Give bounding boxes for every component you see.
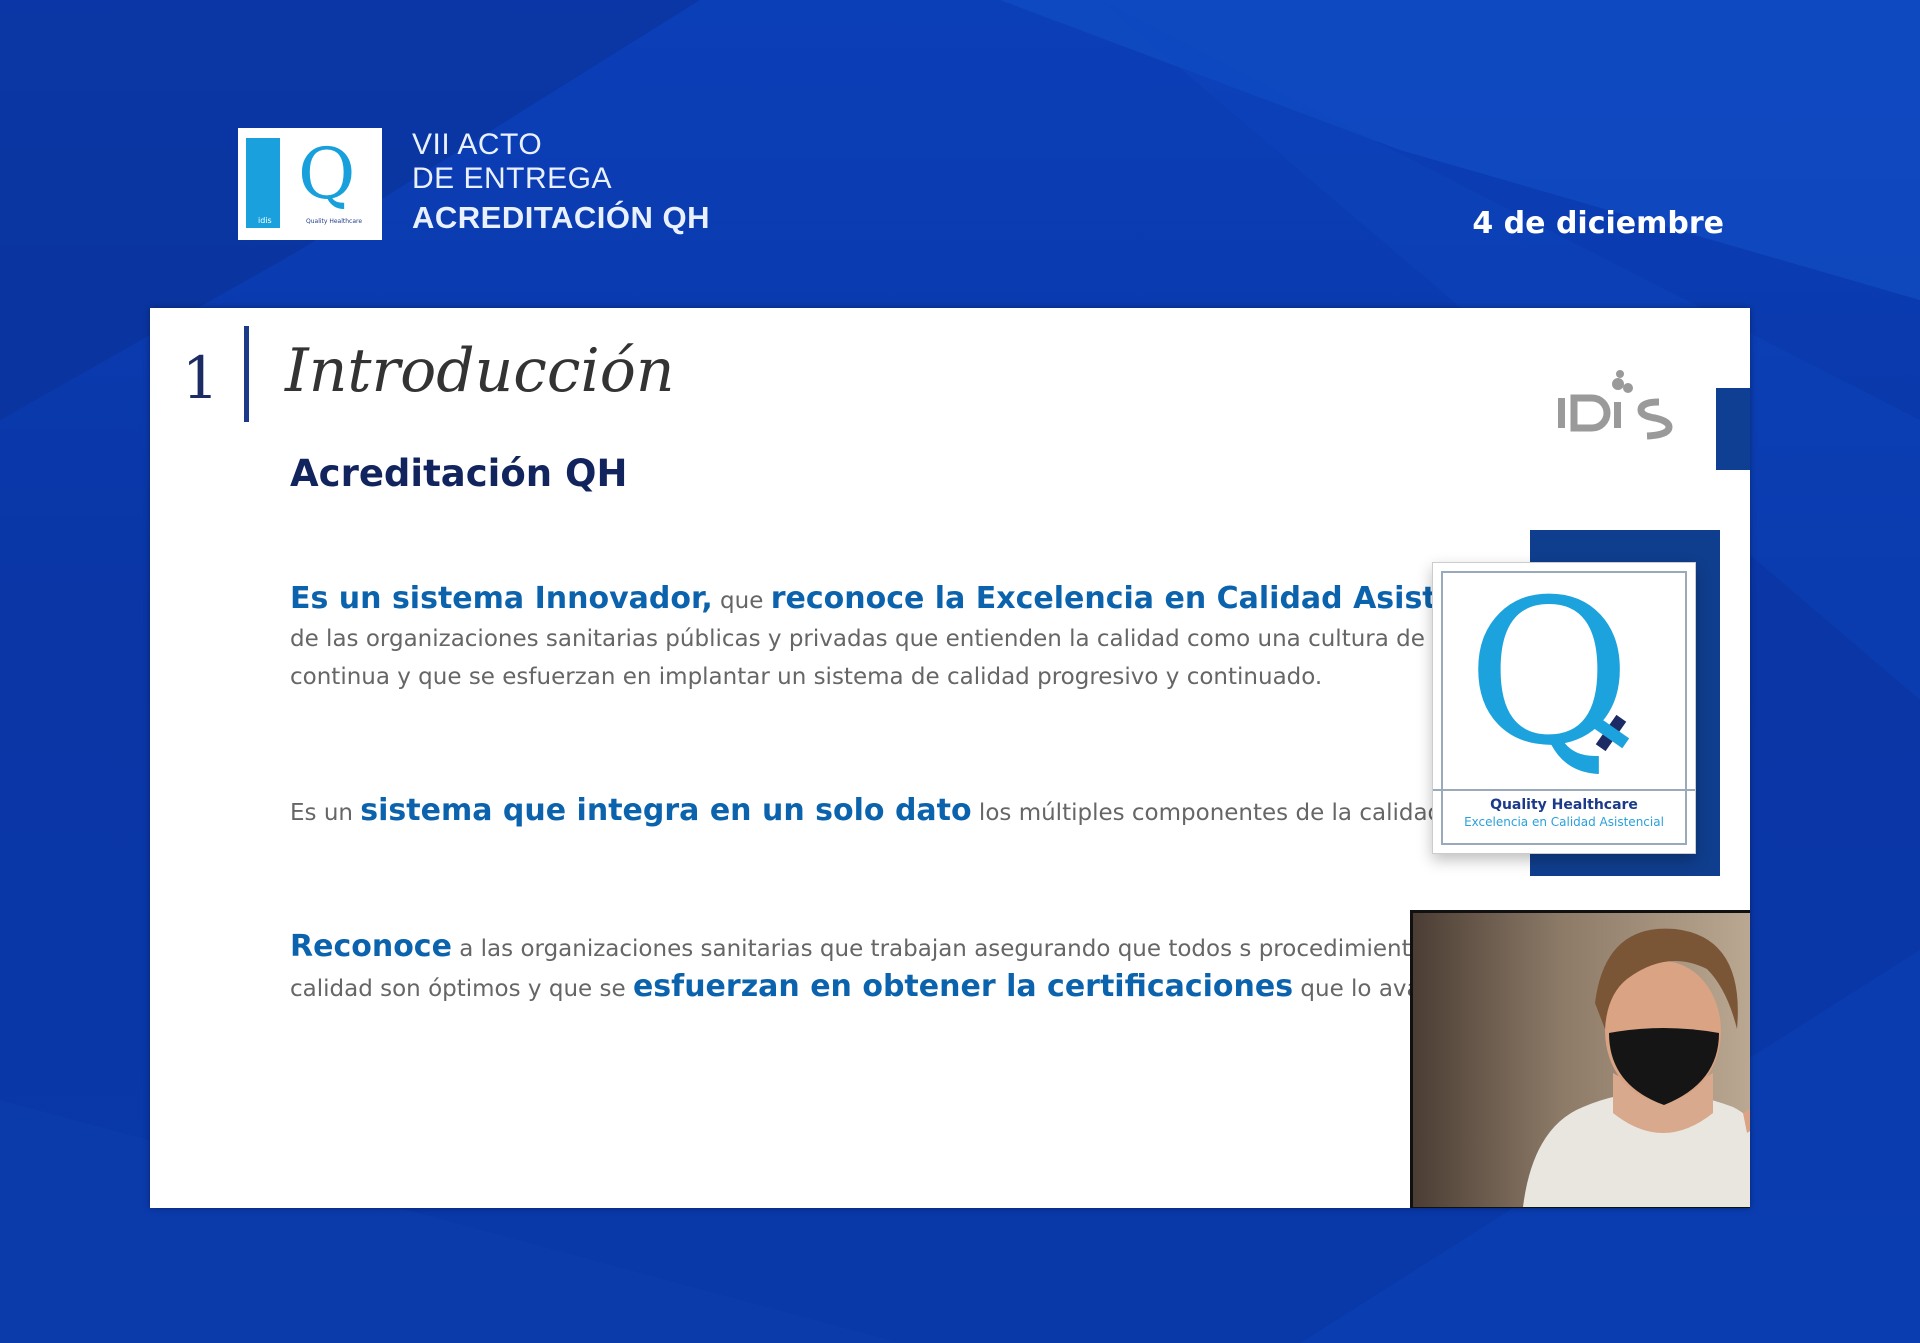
logo-tagline: Quality Healthcare bbox=[306, 218, 363, 225]
section-title: Introducción bbox=[285, 336, 675, 406]
event-date: 4 de diciembre bbox=[1472, 206, 1724, 241]
text: de las organizaciones sanitarias pública… bbox=[290, 626, 1513, 690]
qh-logo-card: Q Quality Healthcare Excelencia en Calid… bbox=[1432, 557, 1696, 854]
qh-logo-line1: Quality Healthcare bbox=[1490, 797, 1638, 813]
speaker-video-icon bbox=[1523, 928, 1750, 1207]
highlight: esfuerzan en obtener la certificaciones bbox=[632, 969, 1294, 1004]
event-title-line2: DE ENTREGA bbox=[412, 162, 613, 195]
text: Es un bbox=[290, 800, 361, 826]
highlight: Es un sistema Innovador, bbox=[290, 581, 713, 616]
paragraph-1: Es un sistema Innovador, que reconoce la… bbox=[290, 580, 1540, 696]
event-title-line1: VII ACTO bbox=[412, 128, 543, 161]
qh-logo-q: Q bbox=[1467, 557, 1631, 790]
section-number: 1 bbox=[182, 344, 219, 412]
highlight: reconoce la Excelencia en Calidad Asiste… bbox=[770, 581, 1537, 616]
paragraph-3: Reconoce a las organizaciones sanitarias… bbox=[290, 928, 1540, 1008]
qh-header-logo: idis Q Quality Healthcare bbox=[238, 128, 382, 240]
presentation-slide: 1 Introducción Acreditación QH Es un sis… bbox=[150, 308, 1750, 1208]
logo-idis-text: idis bbox=[258, 216, 272, 225]
logo-q-letter: Q bbox=[298, 133, 356, 215]
webcam-feed bbox=[1410, 910, 1750, 1208]
qh-logo-divider bbox=[1433, 789, 1695, 791]
section-divider bbox=[244, 326, 249, 422]
qh-logo-line2: Excelencia en Calidad Asistencial bbox=[1464, 815, 1664, 829]
text: que bbox=[712, 588, 771, 614]
slide-subtitle: Acreditación QH bbox=[290, 452, 628, 495]
slide-accent-bar bbox=[1716, 388, 1750, 470]
medical-cross-icon bbox=[1592, 714, 1630, 752]
logo-sidebar: idis bbox=[246, 138, 280, 228]
highlight: sistema que integra en un solo dato bbox=[360, 793, 972, 828]
highlight: Reconoce bbox=[290, 929, 452, 964]
paragraph-2: Es un sistema que integra en un solo dat… bbox=[290, 792, 1540, 832]
idis-logo-icon bbox=[1558, 370, 1673, 440]
text: los múltiples componentes de la calidad. bbox=[971, 800, 1450, 826]
event-title-line3: ACREDITACIÓN QH bbox=[412, 200, 710, 235]
